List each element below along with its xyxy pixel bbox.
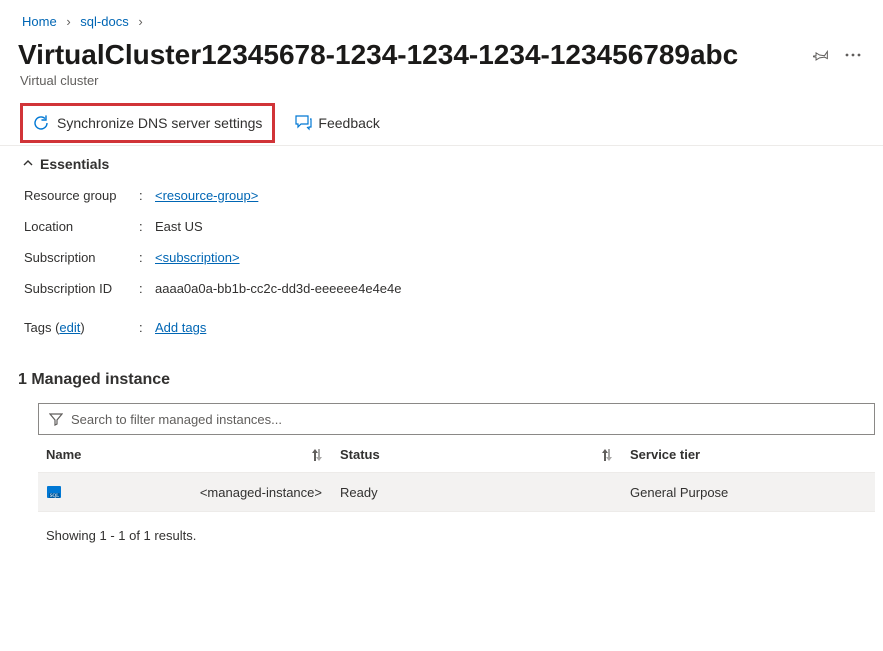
synchronize-dns-button[interactable]: Synchronize DNS server settings (20, 103, 275, 143)
feedback-icon (295, 114, 312, 131)
sort-icon (602, 449, 612, 461)
value-location: East US (155, 219, 203, 234)
managed-instance-icon: SQL (46, 483, 64, 501)
synchronize-dns-label: Synchronize DNS server settings (57, 115, 262, 131)
column-header-tier[interactable]: Service tier (630, 447, 867, 462)
link-resource-group[interactable]: <resource-group> (155, 188, 258, 203)
chevron-right-icon: › (138, 14, 142, 29)
row-name: <managed-instance> (200, 485, 322, 500)
results-count: Showing 1 - 1 of 1 results. (38, 512, 875, 543)
resource-type-subtitle: Virtual cluster (0, 71, 883, 100)
breadcrumb-sqldocs[interactable]: sql-docs (80, 14, 128, 29)
breadcrumb: Home › sql-docs › (0, 0, 883, 33)
pin-icon[interactable] (813, 47, 829, 63)
tags-edit-link[interactable]: edit (59, 320, 80, 335)
essentials-panel: Resource group : <resource-group> Locati… (0, 180, 883, 353)
refresh-icon (33, 115, 49, 131)
essentials-row-tags: Tags (edit) : Add tags (24, 312, 883, 343)
managed-instance-heading: 1 Managed instance (0, 353, 883, 403)
sort-icon (312, 449, 322, 461)
svg-text:SQL: SQL (50, 494, 59, 499)
label-resource-group: Resource group (24, 188, 139, 203)
link-subscription[interactable]: <subscription> (155, 250, 240, 265)
feedback-button[interactable]: Feedback (283, 106, 391, 139)
essentials-row-location: Location : East US (24, 211, 883, 242)
title-row: VirtualCluster12345678-1234-1234-1234-12… (0, 33, 883, 71)
row-status: Ready (340, 485, 630, 500)
column-header-status[interactable]: Status (340, 447, 630, 462)
column-header-name[interactable]: Name (46, 447, 340, 462)
toolbar: Synchronize DNS server settings Feedback (0, 100, 883, 146)
label-tags: Tags (edit) (24, 320, 139, 335)
essentials-toggle[interactable]: Essentials (0, 146, 883, 180)
search-input[interactable] (71, 412, 864, 427)
essentials-row-subscription-id: Subscription ID : aaaa0a0a-bb1b-cc2c-dd3… (24, 273, 883, 304)
managed-instance-table: Name Status Service tier SQL <managed-in… (0, 403, 883, 543)
breadcrumb-home[interactable]: Home (22, 14, 57, 29)
title-actions (813, 47, 883, 63)
more-icon[interactable] (845, 53, 861, 57)
value-subscription-id: aaaa0a0a-bb1b-cc2c-dd3d-eeeeee4e4e4e (155, 281, 402, 296)
filter-icon (49, 412, 63, 426)
table-row[interactable]: SQL <managed-instance> Ready General Pur… (38, 472, 875, 512)
table-header: Name Status Service tier (38, 435, 875, 472)
essentials-header-label: Essentials (40, 156, 109, 172)
label-subscription: Subscription (24, 250, 139, 265)
page-title: VirtualCluster12345678-1234-1234-1234-12… (18, 39, 813, 71)
essentials-row-subscription: Subscription : <subscription> (24, 242, 883, 273)
label-subscription-id: Subscription ID (24, 281, 139, 296)
feedback-label: Feedback (318, 115, 379, 131)
chevron-right-icon: › (66, 14, 70, 29)
link-add-tags[interactable]: Add tags (155, 320, 206, 335)
essentials-row-resource-group: Resource group : <resource-group> (24, 180, 883, 211)
chevron-up-icon (22, 156, 34, 172)
search-wrap (38, 403, 875, 435)
row-tier: General Purpose (630, 485, 867, 500)
label-location: Location (24, 219, 139, 234)
